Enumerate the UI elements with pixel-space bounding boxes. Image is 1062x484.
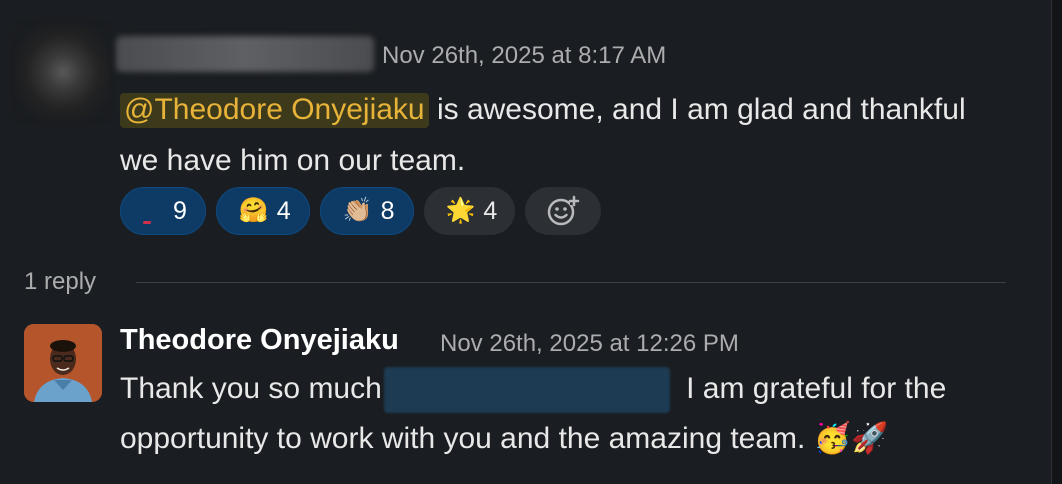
reply-count-link[interactable]: 1 reply [24, 268, 96, 296]
add-reaction-button[interactable] [525, 187, 602, 235]
user-mention[interactable]: @Theodore Onyejiaku [120, 93, 429, 128]
reaction-pill[interactable]: 🤗 4 [215, 187, 310, 235]
reaction-count: 9 [173, 196, 187, 225]
reaction-emoji-icon [143, 220, 151, 224]
avatar-image [24, 324, 102, 402]
message-body-start: Thank you so much [120, 372, 382, 405]
reaction-pill[interactable]: 9 [120, 187, 206, 235]
redacted-mention[interactable] [383, 367, 670, 414]
message-text: @Theodore Onyejiaku is awesome, and I am… [120, 84, 980, 186]
thread-view: Nov 26th, 2025 at 8:17 AM @Theodore Onye… [0, 0, 1062, 484]
reaction-count: 4 [483, 196, 498, 225]
reaction-count: 4 [276, 196, 291, 225]
message-timestamp[interactable]: Nov 26th, 2025 at 12:26 PM [440, 330, 739, 358]
author-name-redacted[interactable] [116, 36, 374, 72]
author-name[interactable]: Theodore Onyejiaku [120, 324, 399, 357]
scrollbar-track[interactable] [1051, 0, 1062, 484]
add-emoji-icon [548, 195, 580, 226]
party-rocket-emoji-icon: 🥳🚀 [813, 422, 889, 455]
reaction-pill[interactable]: 👏🏼 8 [319, 187, 414, 235]
reaction-count: 8 [380, 196, 395, 225]
avatar-redacted[interactable] [16, 24, 110, 120]
reactions-bar: 9 🤗 4 👏🏼 8 🌟 4 [120, 187, 602, 235]
clapping-hands-icon: 👏🏼 [342, 197, 373, 224]
avatar[interactable] [24, 324, 102, 402]
message-timestamp[interactable]: Nov 26th, 2025 at 8:17 AM [382, 42, 666, 70]
message-text: Thank you so much I am grateful for the … [120, 364, 1000, 464]
reaction-pill[interactable]: 🌟 4 [423, 187, 516, 235]
hugging-face-icon: 🤗 [238, 197, 269, 224]
glowing-star-icon: 🌟 [445, 197, 476, 224]
thread-divider [136, 282, 1006, 283]
